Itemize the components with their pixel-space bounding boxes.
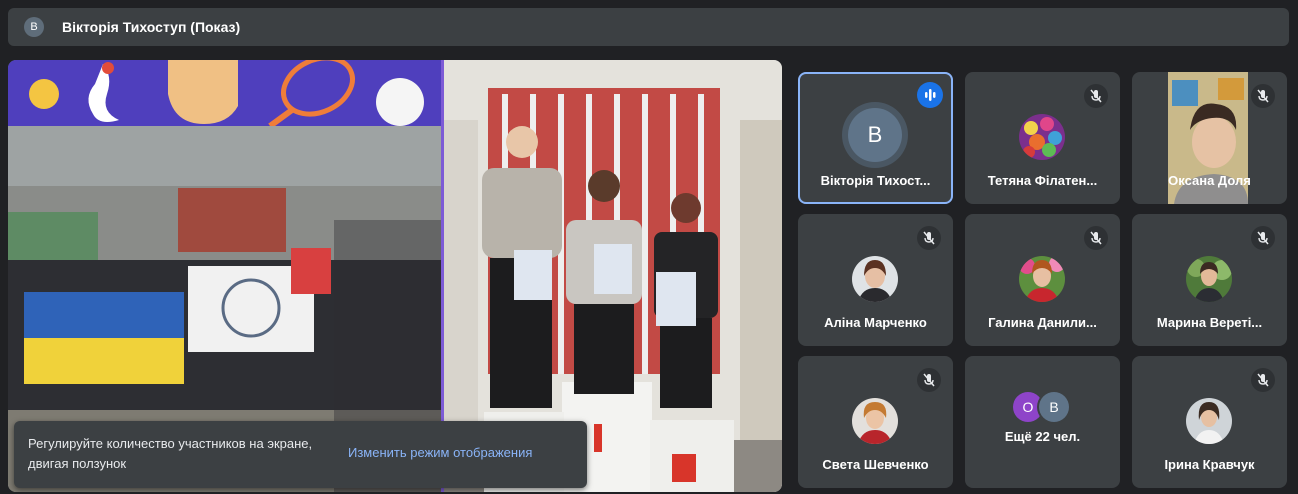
speaking-indicator-icon bbox=[917, 82, 943, 108]
participant-name: Оксана Доля bbox=[1168, 173, 1251, 188]
presentation-title: Вікторія Тихоступ (Показ) bbox=[62, 19, 241, 35]
participant-photo bbox=[1186, 398, 1232, 444]
mic-off-icon bbox=[1084, 226, 1108, 250]
mic-off-icon bbox=[1084, 84, 1108, 108]
participant-tile-sveta[interactable]: Света Шевченко bbox=[798, 356, 953, 488]
participant-photo bbox=[852, 256, 898, 302]
participant-tile-maryna[interactable]: Марина Вереті... bbox=[1132, 214, 1287, 346]
layout-hint-toast: Регулируйте количество участников на экр… bbox=[14, 421, 587, 488]
more-participants-label: Ещё 22 чел. bbox=[1004, 429, 1081, 444]
mic-off-icon bbox=[1251, 84, 1275, 108]
participant-tile-tetiana[interactable]: Тетяна Філатен... bbox=[965, 72, 1120, 204]
participant-name: Ірина Кравчук bbox=[1164, 457, 1255, 472]
presenter-avatar: В bbox=[24, 17, 44, 37]
participant-name: Марина Вереті... bbox=[1156, 315, 1263, 330]
participant-name: Света Шевченко bbox=[822, 457, 929, 472]
mic-off-icon bbox=[917, 368, 941, 392]
participant-photo bbox=[852, 398, 898, 444]
more-participants-tile[interactable]: О В Ещё 22 чел. bbox=[965, 356, 1120, 488]
change-layout-button[interactable]: Изменить режим отображения bbox=[348, 445, 532, 460]
participant-tile-alina[interactable]: Аліна Марченко bbox=[798, 214, 953, 346]
participant-name: Галина Данили... bbox=[988, 315, 1097, 330]
participant-tile-halyna[interactable]: Галина Данили... bbox=[965, 214, 1120, 346]
shared-screen[interactable]: Регулируйте количество участников на экр… bbox=[8, 60, 782, 492]
mic-off-icon bbox=[917, 226, 941, 250]
mic-off-icon bbox=[1251, 368, 1275, 392]
participant-name: Аліна Марченко bbox=[824, 315, 927, 330]
participant-photo bbox=[1186, 256, 1232, 302]
presentation-header: В Вікторія Тихоступ (Показ) bbox=[8, 8, 1289, 46]
more-avatars: О В bbox=[1013, 392, 1075, 422]
participant-name: Вікторія Тихост... bbox=[820, 173, 931, 188]
participant-avatar: В bbox=[848, 108, 902, 162]
participant-tile-iryna[interactable]: Ірина Кравчук bbox=[1132, 356, 1287, 488]
mic-off-icon bbox=[1251, 226, 1275, 250]
participant-avatar: В bbox=[1039, 392, 1069, 422]
participant-tile-viktoriia[interactable]: В Вікторія Тихост... bbox=[798, 72, 953, 204]
participant-tile-oksana[interactable]: Оксана Доля bbox=[1132, 72, 1287, 204]
participant-photo bbox=[1019, 114, 1065, 160]
participant-photo bbox=[1019, 256, 1065, 302]
participant-name: Тетяна Філатен... bbox=[987, 173, 1098, 188]
toast-message: Регулируйте количество участников на экр… bbox=[28, 436, 313, 471]
